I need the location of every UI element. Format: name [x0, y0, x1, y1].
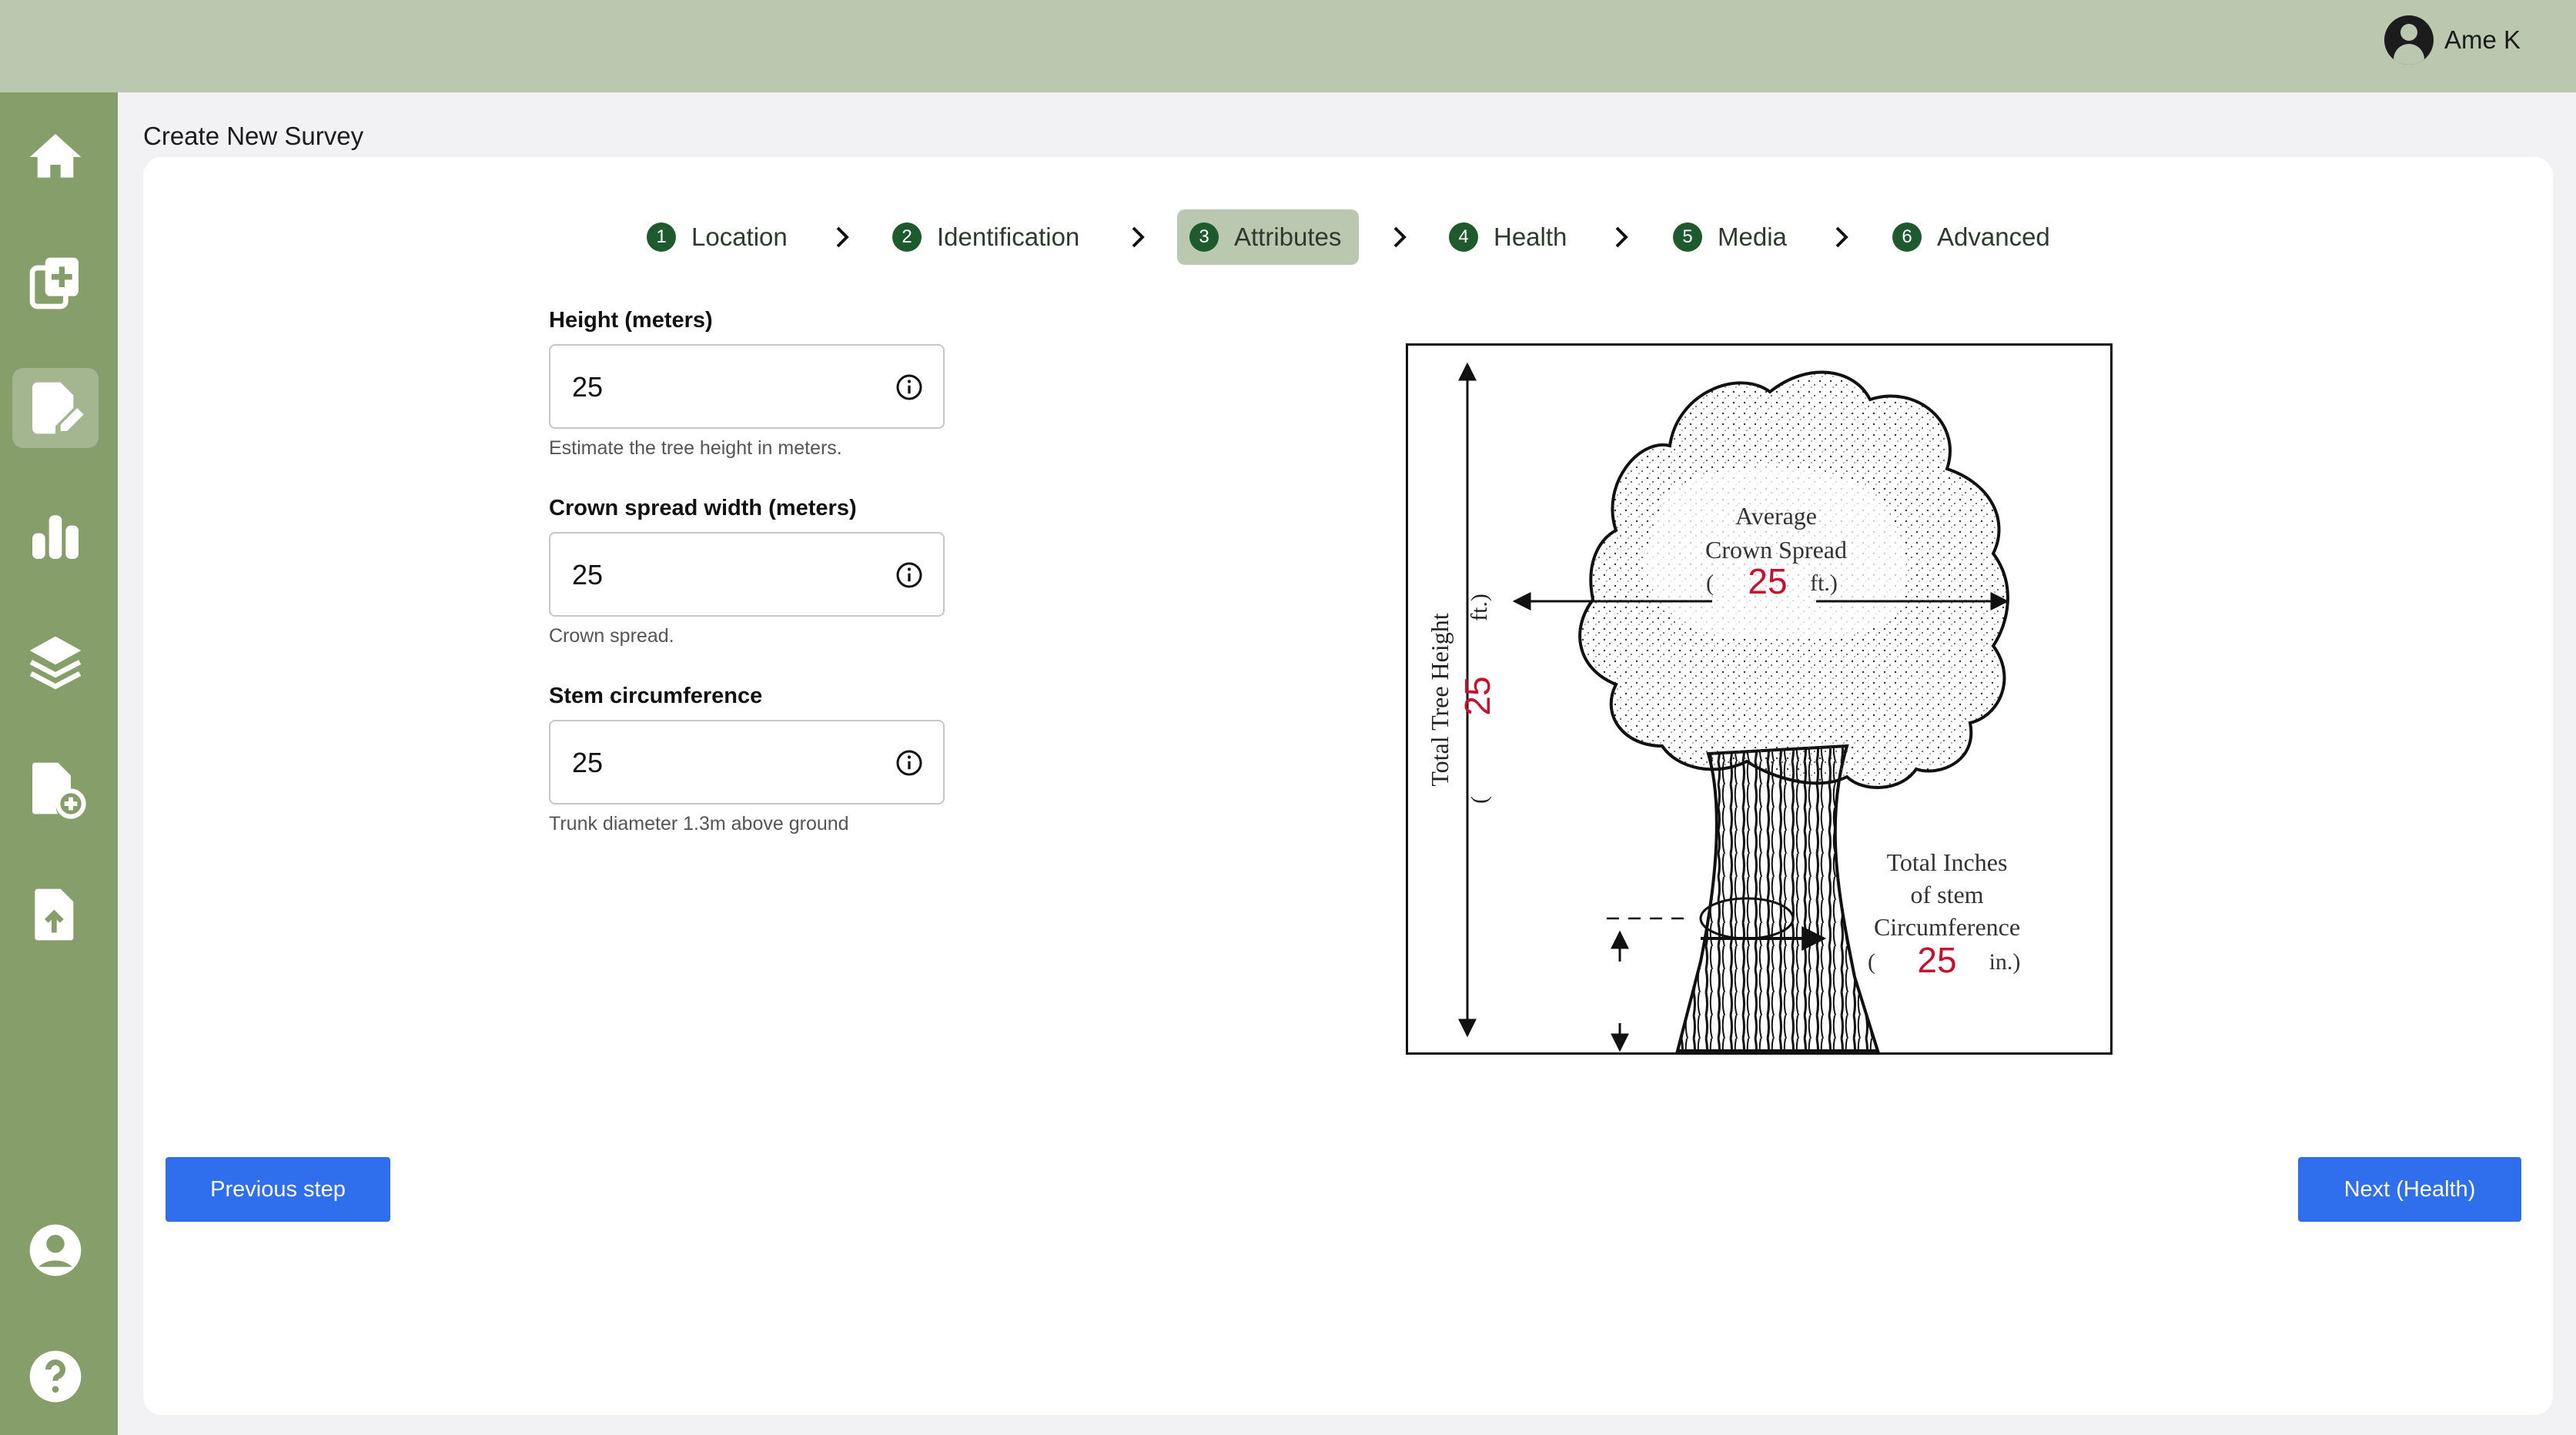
height-input[interactable]	[570, 367, 866, 407]
step-identification[interactable]: 2 Identification	[880, 209, 1092, 265]
tree-trunk	[1675, 744, 1880, 1052]
survey-card: 1 Location 2 Identification 3 Attributes…	[143, 157, 2553, 1415]
crown-value: 25	[1748, 561, 1787, 601]
step-number: 3	[1189, 222, 1219, 252]
step-label: Attributes	[1234, 222, 1342, 251]
sidebar-item-profile[interactable]	[12, 1210, 99, 1290]
tree-illustration: Total Tree Height ( 25 ft.) Average Crow…	[1426, 362, 2021, 1052]
step-label: Advanced	[1937, 222, 2050, 251]
info-icon[interactable]	[895, 561, 923, 589]
height-value: 25	[1457, 676, 1497, 715]
chevron-right-icon	[1615, 226, 1628, 248]
step-number: 2	[892, 222, 922, 252]
crown-spread-input[interactable]	[570, 555, 866, 595]
step-number: 1	[647, 222, 676, 252]
step-location[interactable]: 1 Location	[634, 209, 800, 265]
step-attributes[interactable]: 3 Attributes	[1177, 209, 1359, 265]
sidebar-item-edit-survey[interactable]	[12, 368, 99, 448]
sidebar-item-add-file[interactable]	[12, 748, 99, 828]
account-circle-icon	[2384, 15, 2434, 65]
crown-spread-field	[549, 532, 945, 617]
step-label: Location	[691, 222, 788, 251]
stem-caption-3: Circumference	[1874, 913, 2020, 941]
height-open-paren: (	[1467, 796, 1492, 804]
step-number: 5	[1673, 222, 1702, 252]
sidebar-item-help[interactable]	[12, 1336, 99, 1417]
page-title: Create New Survey	[143, 122, 364, 150]
chevron-right-icon	[1132, 226, 1145, 248]
step-number: 6	[1892, 222, 1922, 252]
stem-circumference-help: Trunk diameter 1.3m above ground	[549, 813, 849, 835]
stem-unit: in.)	[1989, 949, 2021, 975]
height-unit: ft.)	[1467, 594, 1492, 621]
info-icon[interactable]	[895, 373, 923, 401]
upload-file-icon	[35, 888, 74, 941]
edit-document-icon	[32, 382, 84, 434]
step-label: Health	[1494, 222, 1567, 251]
sidebar-item-layers[interactable]	[12, 622, 99, 702]
user-menu[interactable]: Ame K	[2384, 15, 2521, 65]
stem-value: 25	[1917, 940, 1956, 980]
crown-caption-1: Average	[1735, 502, 1817, 530]
previous-step-button[interactable]: Previous step	[166, 1157, 390, 1222]
sidebar	[0, 92, 118, 1435]
step-media[interactable]: 5 Media	[1661, 209, 1799, 265]
chevron-right-icon	[836, 226, 849, 248]
sidebar-item-home[interactable]	[12, 117, 99, 197]
bar-chart-icon	[32, 515, 79, 559]
step-label: Media	[1718, 222, 1787, 251]
add-copy-icon	[29, 257, 79, 309]
stem-caption-2: of stem	[1910, 881, 1983, 908]
tree-measurement-diagram: Total Tree Height ( 25 ft.) Average Crow…	[1406, 343, 2113, 1055]
info-icon[interactable]	[895, 749, 923, 777]
crown-open-paren: (	[1706, 570, 1714, 596]
help-icon	[29, 1350, 82, 1403]
step-number: 4	[1449, 222, 1478, 252]
user-name: Ame K	[2444, 25, 2521, 54]
home-icon	[29, 134, 82, 178]
account-circle-icon	[29, 1224, 82, 1276]
step-label: Identification	[937, 222, 1080, 251]
top-bar: Ame K	[0, 0, 2576, 92]
height-field	[549, 344, 945, 429]
layers-icon	[29, 636, 82, 690]
sidebar-item-new-survey[interactable]	[12, 243, 99, 323]
stem-circumference-label: Stem circumference	[549, 684, 763, 708]
step-health[interactable]: 4 Health	[1437, 209, 1579, 265]
sidebar-item-upload[interactable]	[12, 875, 99, 955]
height-caption: Total Tree Height	[1426, 613, 1454, 786]
stem-circumference-input[interactable]	[570, 743, 866, 783]
next-step-button[interactable]: Next (Health)	[2298, 1157, 2521, 1222]
stepper: 1 Location 2 Identification 3 Attributes…	[143, 209, 2553, 265]
svg-text:Total Tree Height: Total Tree Height	[1426, 613, 1454, 786]
height-label: Height (meters)	[549, 308, 713, 333]
crown-spread-help: Crown spread.	[549, 625, 674, 647]
chevron-right-icon	[1835, 226, 1848, 248]
add-file-icon	[32, 762, 86, 819]
crown-caption-2: Crown Spread	[1705, 536, 1847, 564]
stem-circumference-field	[549, 720, 945, 804]
stem-caption-1: Total Inches	[1887, 848, 2008, 876]
stem-open-paren: (	[1868, 949, 1875, 975]
crown-spread-label: Crown spread width (meters)	[549, 496, 857, 520]
chevron-right-icon	[1393, 226, 1407, 248]
height-help: Estimate the tree height in meters.	[549, 437, 842, 459]
crown-unit: ft.)	[1810, 570, 1838, 596]
step-advanced[interactable]: 6 Advanced	[1880, 209, 2062, 265]
sidebar-item-charts[interactable]	[12, 496, 99, 576]
